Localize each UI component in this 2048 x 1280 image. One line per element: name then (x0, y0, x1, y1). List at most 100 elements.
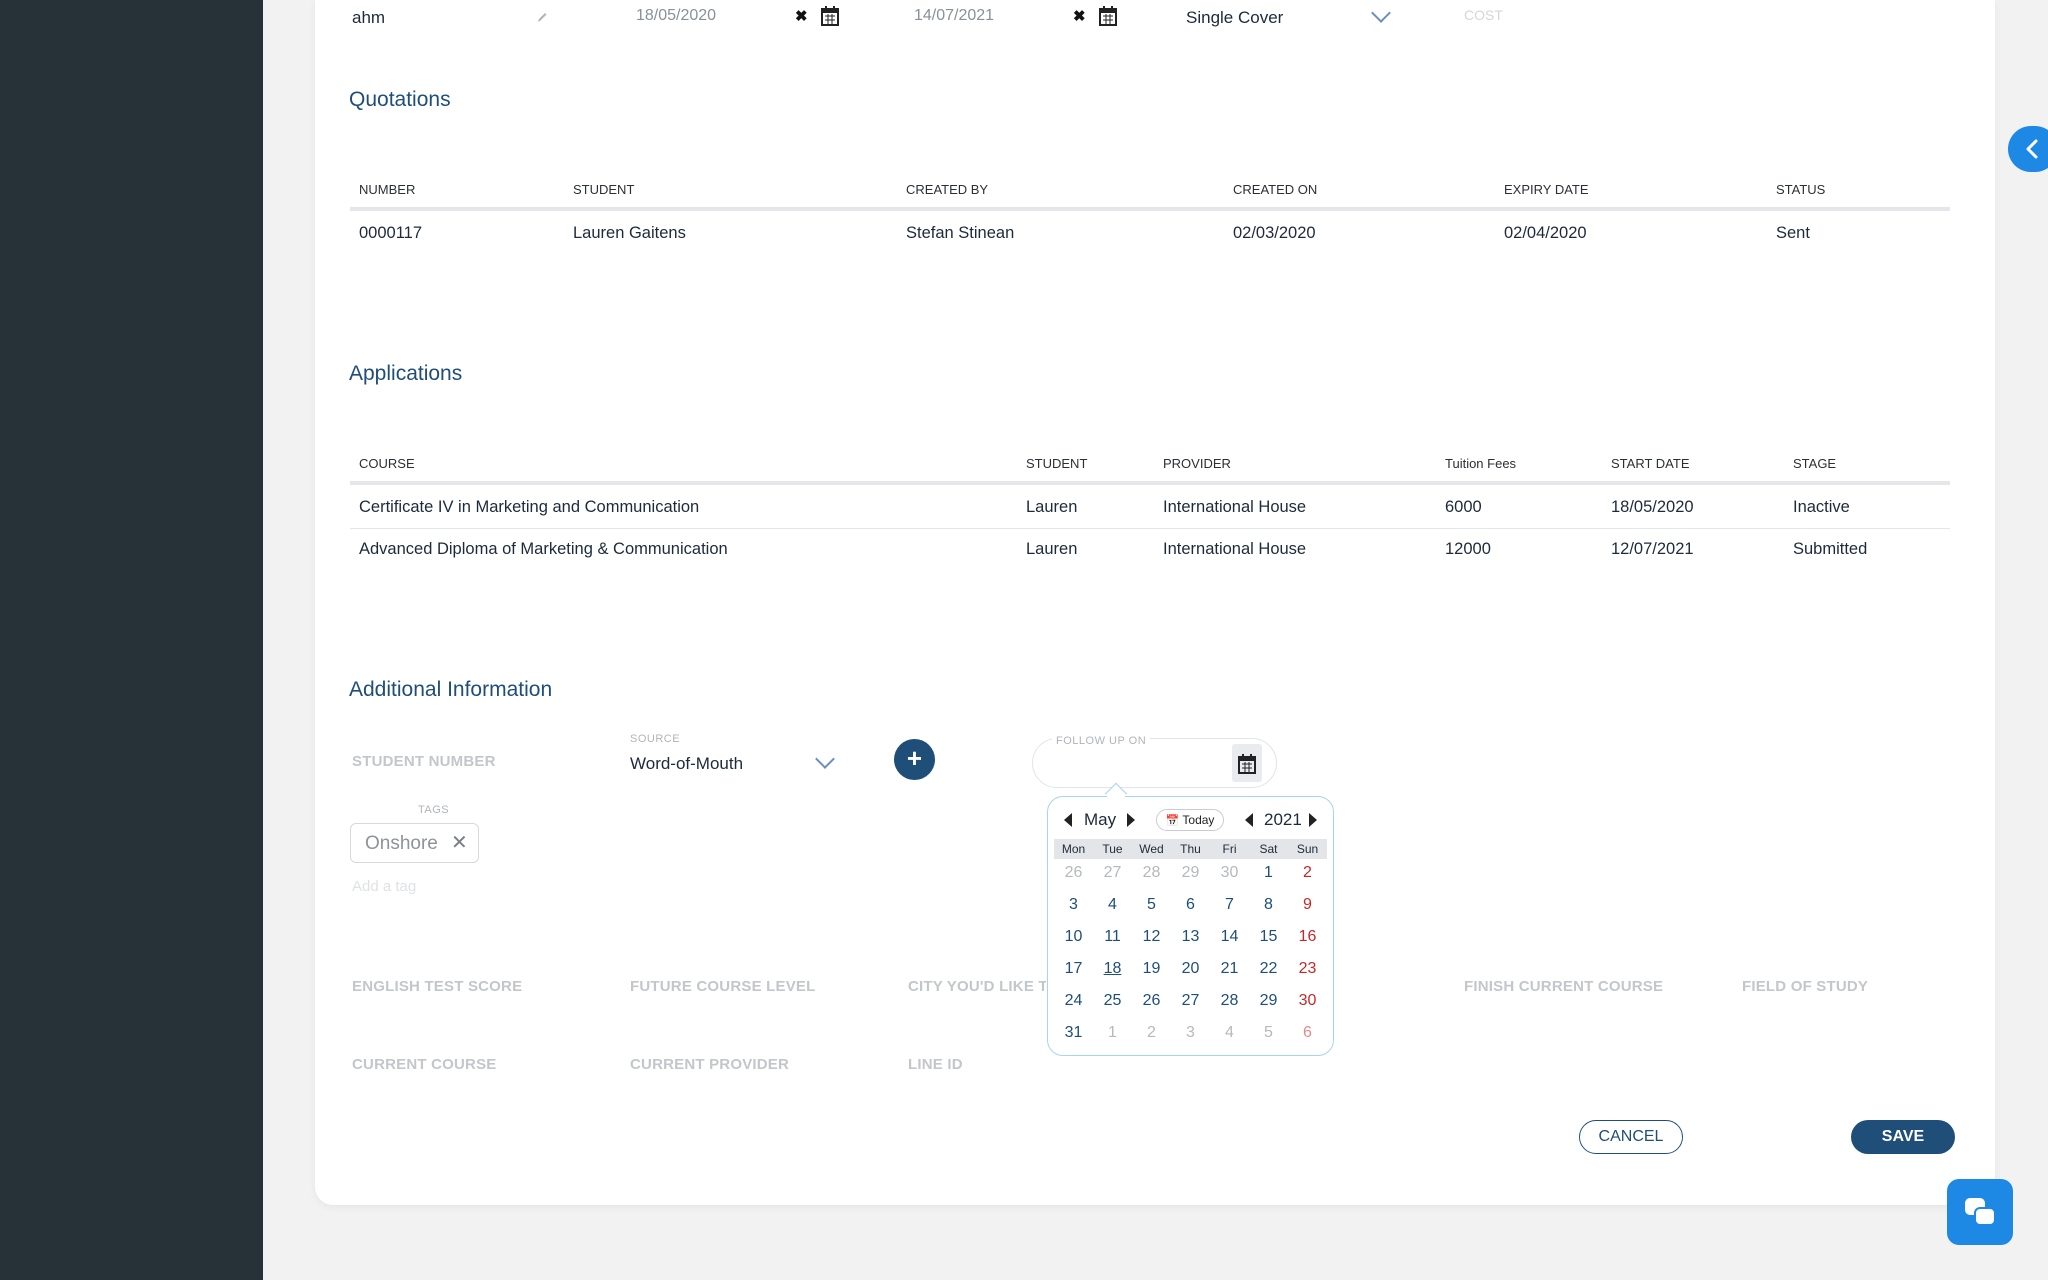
current-provider-field[interactable]: CURRENT PROVIDER (630, 1056, 789, 1073)
cover-select-value[interactable]: Single Cover (1186, 8, 1283, 28)
calendar-day[interactable]: 28 (1132, 864, 1171, 882)
calendar-day[interactable]: 22 (1249, 960, 1288, 978)
today-button[interactable]: 📅 Today (1156, 809, 1224, 831)
source-select-value[interactable]: Word-of-Mouth (630, 754, 743, 774)
calendar-icon: 📅 (1165, 815, 1180, 827)
calendar-day[interactable]: 8 (1249, 896, 1288, 914)
calendar-day[interactable]: 17 (1054, 960, 1093, 978)
tags-label: TAGS (418, 804, 450, 816)
calendar-day[interactable]: 27 (1171, 992, 1210, 1010)
calendar-day[interactable]: 4 (1093, 896, 1132, 914)
calendar-icon[interactable] (1099, 6, 1117, 26)
calendar-day[interactable]: 13 (1171, 928, 1210, 946)
calendar-day[interactable]: 1 (1093, 1024, 1132, 1042)
col-header-start-date[interactable]: START DATE (1611, 456, 1690, 471)
english-test-score-field[interactable]: ENGLISH TEST SCORE (352, 978, 522, 995)
header-divider (350, 207, 1950, 211)
next-year-icon[interactable] (1309, 813, 1317, 827)
col-header-student[interactable]: STUDENT (573, 182, 634, 197)
name-field-value[interactable]: ahm (352, 8, 385, 28)
calendar-day[interactable]: 12 (1132, 928, 1171, 946)
calendar-day[interactable]: 5 (1132, 896, 1171, 914)
calendar-day[interactable]: 30 (1288, 992, 1327, 1010)
calendar-day[interactable]: 27 (1093, 864, 1132, 882)
col-header-created-by[interactable]: CREATED BY (906, 182, 988, 197)
col-header-course[interactable]: COURSE (359, 456, 415, 471)
remove-tag-icon[interactable]: ✕ (451, 830, 468, 855)
calendar-day[interactable]: 29 (1249, 992, 1288, 1010)
calendar-day[interactable]: 4 (1210, 1024, 1249, 1042)
pencil-icon[interactable] (536, 10, 548, 24)
field-of-study-field[interactable]: FIELD OF STUDY (1742, 978, 1868, 995)
quote-created-by: Stefan Stinean (906, 224, 1015, 242)
datepicker-month[interactable]: May (1084, 810, 1116, 830)
calendar-day[interactable]: 16 (1288, 928, 1327, 946)
calendar-day[interactable]: 1 (1249, 864, 1288, 882)
add-source-button[interactable]: + (894, 739, 935, 780)
col-header-tuition-fees[interactable]: Tuition Fees (1445, 456, 1516, 471)
end-date-value[interactable]: 14/07/2021 (914, 7, 994, 25)
calendar-day[interactable]: 18 (1093, 960, 1132, 978)
calendar-day[interactable]: 11 (1093, 928, 1132, 946)
line-id-field[interactable]: LINE ID (908, 1056, 963, 1073)
clear-end-date-icon[interactable]: ✖ (1073, 7, 1086, 25)
clear-start-date-icon[interactable]: ✖ (795, 7, 808, 25)
col-header-provider[interactable]: PROVIDER (1163, 456, 1231, 471)
col-header-expiry-date[interactable]: EXPIRY DATE (1504, 182, 1589, 197)
calendar-day[interactable]: 10 (1054, 928, 1093, 946)
calendar-day[interactable]: 6 (1288, 1024, 1327, 1042)
col-header-number[interactable]: NUMBER (359, 182, 415, 197)
chat-icon (1965, 1198, 1996, 1226)
calendar-day[interactable]: 9 (1288, 896, 1327, 914)
calendar-day[interactable]: 14 (1210, 928, 1249, 946)
add-tag-input[interactable]: Add a tag (352, 878, 416, 895)
calendar-day[interactable]: 3 (1171, 1024, 1210, 1042)
calendar-day[interactable]: 3 (1054, 896, 1093, 914)
calendar-day[interactable]: 2 (1132, 1024, 1171, 1042)
calendar-day[interactable]: 29 (1171, 864, 1210, 882)
datepicker-year[interactable]: 2021 (1264, 810, 1302, 830)
calendar-icon[interactable] (821, 6, 839, 26)
calendar-day[interactable]: 24 (1054, 992, 1093, 1010)
calendar-day[interactable]: 6 (1171, 896, 1210, 914)
app-stage: Inactive (1793, 498, 1850, 516)
prev-year-icon[interactable] (1245, 813, 1253, 827)
calendar-day[interactable]: 15 (1249, 928, 1288, 946)
calendar-day[interactable]: 26 (1132, 992, 1171, 1010)
chevron-left-icon (2026, 139, 2038, 159)
prev-month-icon[interactable] (1064, 813, 1072, 827)
calendar-day[interactable]: 5 (1249, 1024, 1288, 1042)
tag-chip[interactable]: Onshore ✕ (350, 823, 479, 863)
next-month-icon[interactable] (1127, 813, 1135, 827)
calendar-day[interactable]: 25 (1093, 992, 1132, 1010)
student-number-field[interactable]: STUDENT NUMBER (352, 753, 496, 770)
calendar-day[interactable]: 23 (1288, 960, 1327, 978)
cost-field-placeholder[interactable]: COST (1464, 7, 1503, 23)
cancel-button[interactable]: CANCEL (1579, 1120, 1683, 1154)
calendar-day[interactable]: 26 (1054, 864, 1093, 882)
weekday-header: Mon Tue Wed Thu Fri Sat Sun (1054, 839, 1327, 859)
col-header-student[interactable]: STUDENT (1026, 456, 1087, 471)
current-course-field[interactable]: CURRENT COURSE (352, 1056, 496, 1073)
calendar-day[interactable]: 7 (1210, 896, 1249, 914)
side-panel-toggle[interactable] (2008, 126, 2048, 172)
calendar-day[interactable]: 21 (1210, 960, 1249, 978)
calendar-day[interactable]: 2 (1288, 864, 1327, 882)
calendar-day[interactable]: 31 (1054, 1024, 1093, 1042)
future-course-level-field[interactable]: FUTURE COURSE LEVEL (630, 978, 815, 995)
col-header-stage[interactable]: STAGE (1793, 456, 1836, 471)
weekday-label: Tue (1102, 842, 1123, 856)
weekday-label: Mon (1061, 842, 1086, 856)
calendar-day[interactable]: 30 (1210, 864, 1249, 882)
calendar-day[interactable]: 28 (1210, 992, 1249, 1010)
calendar-day[interactable]: 20 (1171, 960, 1210, 978)
col-header-status[interactable]: STATUS (1776, 182, 1825, 197)
start-date-value[interactable]: 18/05/2020 (636, 7, 716, 25)
follow-up-calendar-button[interactable] (1232, 744, 1262, 782)
col-header-created-on[interactable]: CREATED ON (1233, 182, 1317, 197)
city-field[interactable]: CITY YOU'D LIKE TO S (908, 978, 1046, 995)
calendar-day[interactable]: 19 (1132, 960, 1171, 978)
finish-current-course-field[interactable]: FINISH CURRENT COURSE (1464, 978, 1663, 995)
chat-button[interactable] (1947, 1179, 2013, 1245)
save-button[interactable]: SAVE (1851, 1120, 1955, 1154)
